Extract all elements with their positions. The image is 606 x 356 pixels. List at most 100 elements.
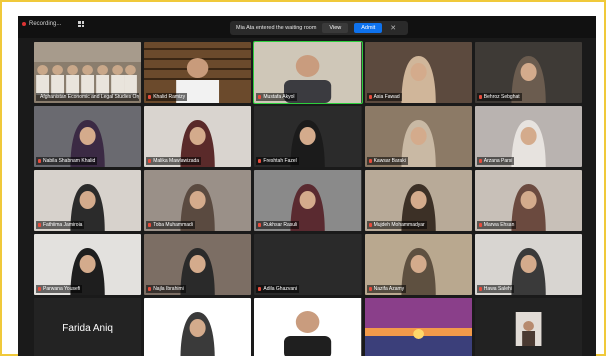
participant-tile[interactable]: Freshtah Fazel xyxy=(254,106,362,167)
video-feed xyxy=(144,298,252,356)
participant-name: Rukhsar Rasuli xyxy=(263,222,298,228)
participant-tile[interactable]: Kawsar Baraki xyxy=(364,106,472,167)
participant-name: Asia Fawad xyxy=(373,94,400,100)
muted-mic-icon xyxy=(148,287,152,291)
participant-tile[interactable]: Mujdeh Mohammadyar xyxy=(364,170,472,231)
muted-mic-icon xyxy=(478,159,482,163)
participant-name-label: Adila Ghazvani xyxy=(256,285,300,293)
participant-name-label: Khalid Ramizy xyxy=(146,93,188,101)
participant-name: Nazifa Azamy xyxy=(373,286,405,292)
participant-name: Khalid Ramizy xyxy=(153,94,186,100)
participant-tile[interactable] xyxy=(364,298,472,356)
participant-tile[interactable]: Mustafa Akyol xyxy=(253,41,363,104)
participant-tile[interactable]: Asia Fawad xyxy=(364,42,472,103)
muted-mic-icon xyxy=(478,287,482,291)
participant-tile[interactable]: Malika Mawlawizada xyxy=(144,106,252,167)
muted-mic-icon xyxy=(148,159,152,163)
video-feed xyxy=(474,298,582,356)
participant-tile[interactable]: Marwa Ehsan xyxy=(474,170,582,231)
record-dot-icon xyxy=(22,22,26,26)
participant-tile[interactable]: Nazifa Azamy xyxy=(364,234,472,295)
participant-name-label: Malika Mawlawizada xyxy=(146,157,202,165)
muted-mic-icon xyxy=(368,223,372,227)
muted-mic-icon xyxy=(478,223,482,227)
participant-name-label: Rukhsar Rasuli xyxy=(256,221,300,229)
participant-tile[interactable]: Nabila Shabnam Khalid xyxy=(34,106,142,167)
participant-name-label: Nabila Shabnam Khalid xyxy=(36,157,98,165)
admit-button[interactable]: Admit xyxy=(354,23,383,33)
muted-mic-icon xyxy=(368,287,372,291)
participant-name-label: Hawa Salehi xyxy=(476,285,514,293)
muted-mic-icon xyxy=(368,159,372,163)
muted-mic-icon xyxy=(478,95,482,99)
participant-name: Hawa Salehi xyxy=(483,286,512,292)
participant-name-label: Arzana Parsi xyxy=(476,157,515,165)
zoom-window: Recording... Mia Ata entered the waiting… xyxy=(18,16,596,356)
muted-mic-icon xyxy=(258,287,262,291)
video-feed xyxy=(254,298,362,356)
screenshot-frame: Recording... Mia Ata entered the waiting… xyxy=(0,0,606,356)
participant-name: Arzana Parsi xyxy=(483,158,513,164)
participant-tile[interactable]: Hawa Salehi xyxy=(474,234,582,295)
waiting-room-message: Mia Ata entered the waiting room xyxy=(236,25,317,31)
muted-mic-icon xyxy=(258,95,262,99)
participant-tile[interactable]: Toba Muhammadi xyxy=(144,170,252,231)
participant-tile[interactable]: Farida Aniq xyxy=(34,298,142,356)
participant-name: Najla Ibrahimi xyxy=(153,286,184,292)
muted-mic-icon xyxy=(148,223,152,227)
participant-name: Behroz Sebghat xyxy=(483,94,520,100)
participant-tile[interactable] xyxy=(144,298,252,356)
participant-display-name: Farida Aniq xyxy=(62,323,113,334)
participant-tile[interactable]: Rukhsar Rasuli xyxy=(254,170,362,231)
participant-name-label: Toba Muhammadi xyxy=(146,221,195,229)
close-icon[interactable]: ✕ xyxy=(390,24,396,32)
participant-tile[interactable]: Khalid Ramizy xyxy=(144,42,252,103)
waiting-room-notification: Mia Ata entered the waiting room View Ad… xyxy=(230,21,408,35)
muted-mic-icon xyxy=(38,223,41,227)
participant-name-label: Mujdeh Mohammadyar xyxy=(366,221,427,229)
participant-name: Mujdeh Mohammadyar xyxy=(373,222,425,228)
participant-name: Marwa Ehsan xyxy=(483,222,515,228)
gallery-grid: Afghanistan Economic and Legal Studies O… xyxy=(34,41,582,356)
participant-name-label: Nazifa Azamy xyxy=(366,285,407,293)
meeting-topbar: Recording... Mia Ata entered the waiting… xyxy=(18,16,596,38)
participant-tile[interactable]: Afghanistan Economic and Legal Studies O… xyxy=(34,42,142,103)
participant-name: Nabila Shabnam Khalid xyxy=(43,158,96,164)
participant-name: Fathiima Jamiroia xyxy=(43,222,83,228)
participant-name: Adila Ghazvani xyxy=(263,286,298,292)
participant-name-label: Kawsar Baraki xyxy=(366,157,408,165)
muted-mic-icon xyxy=(38,159,41,163)
participant-tile[interactable] xyxy=(254,298,362,356)
participant-tile[interactable]: Fathiima Jamiroia xyxy=(34,170,142,231)
participant-name: Mustafa Akyol xyxy=(263,94,295,100)
participant-name-label: Behroz Sebghat xyxy=(476,93,522,101)
participant-name: Parwana Yousefi xyxy=(43,286,81,292)
participant-name: Freshtah Fazel xyxy=(263,158,297,164)
participant-name: Toba Muhammadi xyxy=(153,222,193,228)
participant-name-label: Marwa Ehsan xyxy=(476,221,517,229)
video-feed xyxy=(364,298,472,356)
recording-label: Recording... xyxy=(29,21,62,27)
participant-name-label: Mustafa Akyol xyxy=(256,93,297,101)
participant-name: Afghanistan Economic and Legal Studies O… xyxy=(40,94,139,100)
muted-mic-icon xyxy=(148,95,152,99)
participant-tile[interactable]: Adila Ghazvani xyxy=(254,234,362,295)
participant-name-label: Asia Fawad xyxy=(366,93,402,101)
participant-name: Kawsar Baraki xyxy=(373,158,406,164)
participant-tile[interactable] xyxy=(474,298,582,356)
recording-indicator[interactable]: Recording... xyxy=(22,21,61,27)
participant-name-label: Najla Ibrahimi xyxy=(146,285,186,293)
muted-mic-icon xyxy=(258,159,262,163)
participant-tile[interactable]: Behroz Sebghat xyxy=(474,42,582,103)
participant-name-label: Afghanistan Economic and Legal Studies O… xyxy=(36,93,139,101)
participant-tile[interactable]: Najla Ibrahimi xyxy=(144,234,252,295)
waiting-room-view-button[interactable]: View xyxy=(322,23,349,33)
muted-mic-icon xyxy=(38,287,41,291)
gallery-view-icon[interactable] xyxy=(78,21,84,27)
participant-tile[interactable]: Parwana Yousefi xyxy=(34,234,142,295)
muted-mic-icon xyxy=(258,223,262,227)
participant-name-label: Fathiima Jamiroia xyxy=(36,221,85,229)
participant-name-label: Freshtah Fazel xyxy=(256,157,299,165)
muted-mic-icon xyxy=(368,95,372,99)
participant-tile[interactable]: Arzana Parsi xyxy=(474,106,582,167)
